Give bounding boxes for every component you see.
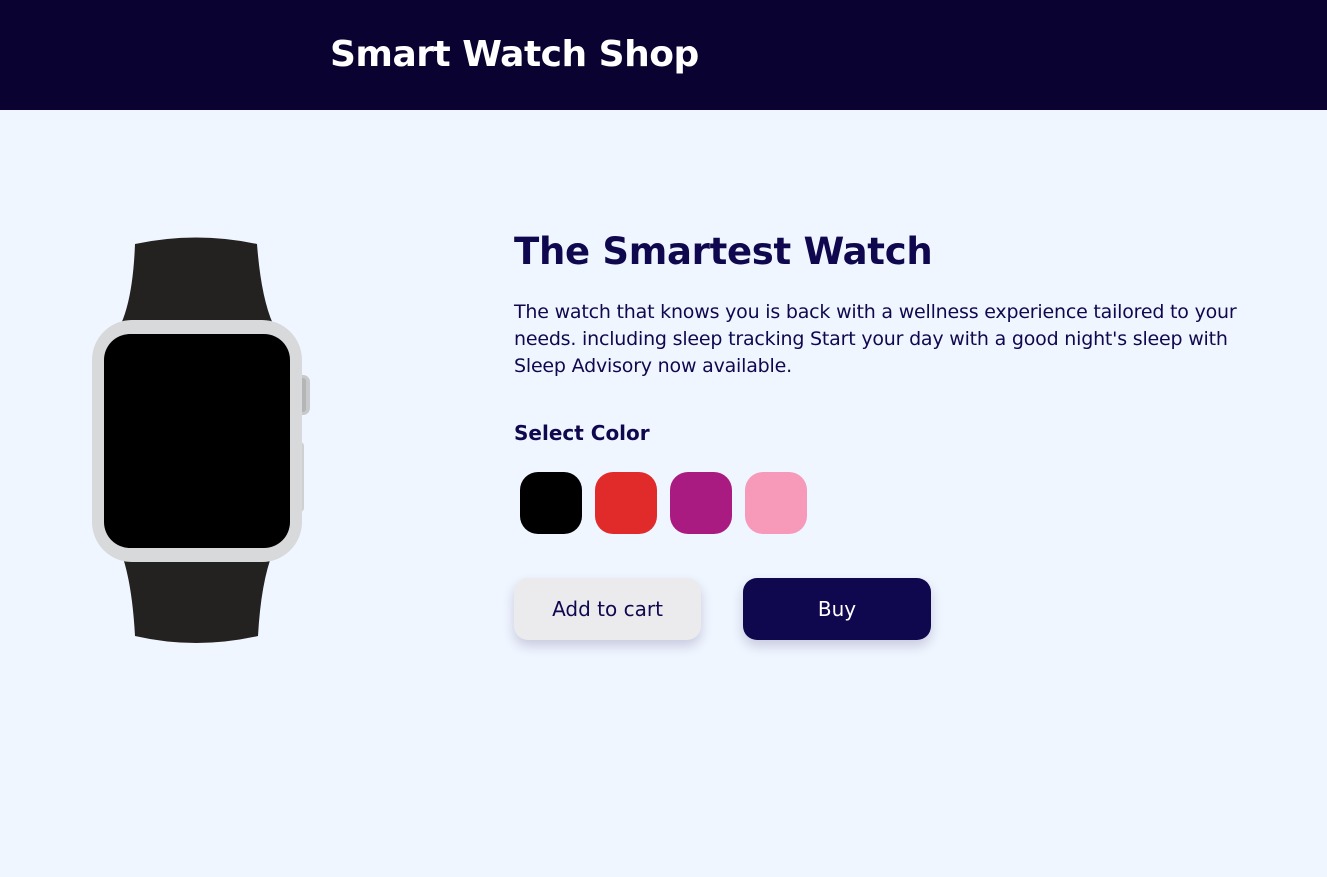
product-description: The watch that knows you is back with a … — [514, 301, 1237, 377]
watch-band-bottom — [121, 552, 273, 643]
color-swatch-black[interactable] — [520, 472, 582, 534]
color-swatches — [520, 472, 807, 534]
select-color-label: Select Color — [514, 421, 650, 445]
color-swatch-magenta[interactable] — [670, 472, 732, 534]
watch-screen — [104, 334, 290, 548]
watch-band-top — [121, 237, 273, 324]
buy-button[interactable]: Buy — [743, 578, 931, 640]
smartwatch-illustration — [92, 237, 310, 643]
site-title: Smart Watch Shop — [330, 34, 699, 75]
color-swatch-red[interactable] — [595, 472, 657, 534]
site-header: Smart Watch Shop — [0, 0, 1327, 110]
product-title: The Smartest Watch — [514, 230, 933, 273]
add-to-cart-button[interactable]: Add to cart — [514, 578, 701, 640]
color-swatch-pink[interactable] — [745, 472, 807, 534]
smartwatch-image — [88, 232, 310, 648]
